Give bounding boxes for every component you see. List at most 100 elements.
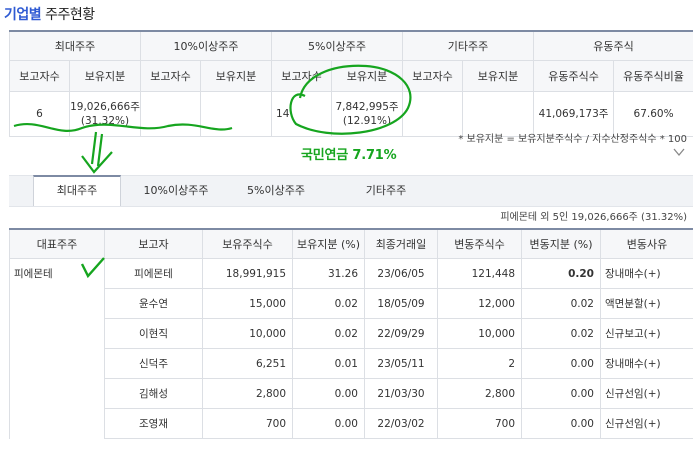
representative-cell <box>9 408 105 439</box>
summary-subheader: 보유지분 <box>200 60 273 92</box>
reporter-cell: 김해성 <box>104 378 203 409</box>
ten-count-cell <box>140 91 202 137</box>
table-row: 조영재 700 0.00 22/03/02 700 0.00 신규선임(+) <box>9 408 693 439</box>
table-row: 신덕주 6,251 0.01 23/05/11 2 0.00 장내매수(+) <box>9 348 693 379</box>
pct-cell: 31.26 <box>292 258 365 289</box>
shares-cell: 10,000 <box>202 318 293 349</box>
shares-cell: 6,251 <box>202 348 293 379</box>
change-pct-cell: 0.02 <box>521 318 601 349</box>
five-shares: 7,842,995주 <box>335 101 399 113</box>
five-count-cell: 14 <box>271 91 333 137</box>
change-pct-cell: 0.00 <box>521 408 601 439</box>
table-row: 김해성 2,800 0.00 21/03/30 2,800 0.00 신규선임(+) <box>9 378 693 409</box>
representative-cell <box>9 318 105 349</box>
reporter-cell: 윤수연 <box>104 288 203 319</box>
pct-cell: 0.01 <box>292 348 365 379</box>
representative-cell <box>9 378 105 409</box>
shareholder-tabs: 최대주주 10%이상주주 5%이상주주 기타주주 <box>9 175 693 207</box>
pct-cell: 0.00 <box>292 408 365 439</box>
pct-cell: 0.02 <box>292 318 365 349</box>
reporter-cell: 조영재 <box>104 408 203 439</box>
col-pct: 보유지분 (%) <box>292 228 365 259</box>
other-count-cell <box>402 91 464 137</box>
change-shares-cell: 700 <box>437 408 522 439</box>
pct-cell: 0.00 <box>292 378 365 409</box>
change-pct-cell: 0.00 <box>521 378 601 409</box>
summary-group-10pct: 10%이상주주 <box>140 30 273 61</box>
shareholder-summary-table: 최대주주 10%이상주주 5%이상주주 기타주주 유동주식 보고자수 보유지분 … <box>8 30 693 137</box>
page-title: 기업별 주주현황 <box>4 4 95 24</box>
change-shares-cell: 121,448 <box>437 258 522 289</box>
last-trade-cell: 23/05/11 <box>364 348 438 379</box>
col-shares: 보유주식수 <box>202 228 293 259</box>
group-summary: 피에몬테 외 5인 19,026,666주 (31.32%) <box>500 212 687 223</box>
reason-cell: 신규선임(+) <box>600 378 693 409</box>
summary-subheader: 보고자수 <box>271 60 333 92</box>
reason-cell: 액면분할(+) <box>600 288 693 319</box>
pct-cell: 0.02 <box>292 288 365 319</box>
ten-shares-cell <box>200 91 273 137</box>
summary-group-5pct: 5%이상주주 <box>271 30 404 61</box>
summary-subheader: 보유지분 <box>331 60 404 92</box>
summary-subheader: 유동주식비율 <box>613 60 693 92</box>
shares-cell: 2,800 <box>202 378 293 409</box>
change-shares-cell: 10,000 <box>437 318 522 349</box>
shares-cell: 18,991,915 <box>202 258 293 289</box>
summary-group-other: 기타주주 <box>402 30 535 61</box>
last-trade-cell: 23/06/05 <box>364 258 438 289</box>
largest-shares: 19,026,666주 <box>70 101 140 113</box>
arrow-annotation <box>81 131 113 174</box>
chevron-down-icon[interactable] <box>673 146 685 158</box>
change-pct-cell: 0.00 <box>521 348 601 379</box>
reason-cell: 신규보고(+) <box>600 318 693 349</box>
last-trade-cell: 18/05/09 <box>364 288 438 319</box>
table-row: 윤수연 15,000 0.02 18/05/09 12,000 0.02 액면분할(+) <box>9 288 693 319</box>
change-shares-cell: 12,000 <box>437 288 522 319</box>
tab-5pct[interactable]: 5%이상주주 <box>233 176 319 206</box>
col-last-trade: 최종거래일 <box>364 228 438 259</box>
change-shares-cell: 2 <box>437 348 522 379</box>
tab-largest[interactable]: 최대주주 <box>33 175 121 206</box>
reporter-cell: 신덕주 <box>104 348 203 379</box>
last-trade-cell: 21/03/30 <box>364 378 438 409</box>
summary-group-float: 유동주식 <box>533 30 693 61</box>
summary-subheader: 보고자수 <box>402 60 464 92</box>
tab-10pct[interactable]: 10%이상주주 <box>133 176 219 206</box>
representative-cell <box>9 348 105 379</box>
shares-cell: 15,000 <box>202 288 293 319</box>
shares-cell: 700 <box>202 408 293 439</box>
reason-cell: 장내매수(+) <box>600 258 693 289</box>
table-row: 피에몬테 피에몬테 18,991,915 31.26 23/06/05 121,448 0.… <box>9 258 693 289</box>
col-reporter: 보고자 <box>104 228 203 259</box>
summary-subheader: 유동주식수 <box>533 60 615 92</box>
tab-other[interactable]: 기타주주 <box>343 176 429 206</box>
col-change-shares: 변동주식수 <box>437 228 522 259</box>
largest-shareholder-table: 대표주주 보고자 보유주식수 보유지분 (%) 최종거래일 변동주식수 변동지분… <box>9 228 693 439</box>
table-row: 이현직 10,000 0.02 22/09/29 10,000 0.02 신규보고(+) <box>9 318 693 349</box>
summary-subheader: 보유지분 <box>462 60 535 92</box>
page-title-accent: 기업별 <box>4 7 42 23</box>
change-pct-cell: 0.02 <box>521 288 601 319</box>
last-trade-cell: 22/09/29 <box>364 318 438 349</box>
change-pct-cell: 0.20 <box>521 258 601 289</box>
representative-cell <box>9 288 105 319</box>
reason-cell: 신규선임(+) <box>600 408 693 439</box>
share-ratio-note: * 보유지분 = 보유지분주식수 / 지수산정주식수 * 100 <box>458 134 687 145</box>
reporter-cell: 피에몬테 <box>104 258 203 289</box>
col-reason: 변동사유 <box>600 228 693 259</box>
page-title-rest: 주주현황 <box>41 7 95 23</box>
reporter-cell: 이현직 <box>104 318 203 349</box>
col-representative: 대표주주 <box>9 228 105 259</box>
five-pct: (12.91%) <box>342 115 392 127</box>
reason-cell: 장내매수(+) <box>600 348 693 379</box>
largest-shares-cell: 19,026,666주 (31.32%) <box>68 91 142 137</box>
last-trade-cell: 22/03/02 <box>364 408 438 439</box>
change-shares-cell: 2,800 <box>437 378 522 409</box>
summary-group-largest: 최대주주 <box>8 30 142 61</box>
annotation-text: 국민연금 7.71% <box>301 148 397 163</box>
summary-subheader: 보유지분 <box>68 60 142 92</box>
largest-count-cell: 6 <box>9 91 70 137</box>
summary-subheader: 보고자수 <box>140 60 202 92</box>
representative-cell: 피에몬테 <box>9 258 105 289</box>
largest-pct: (31.32%) <box>80 115 130 127</box>
